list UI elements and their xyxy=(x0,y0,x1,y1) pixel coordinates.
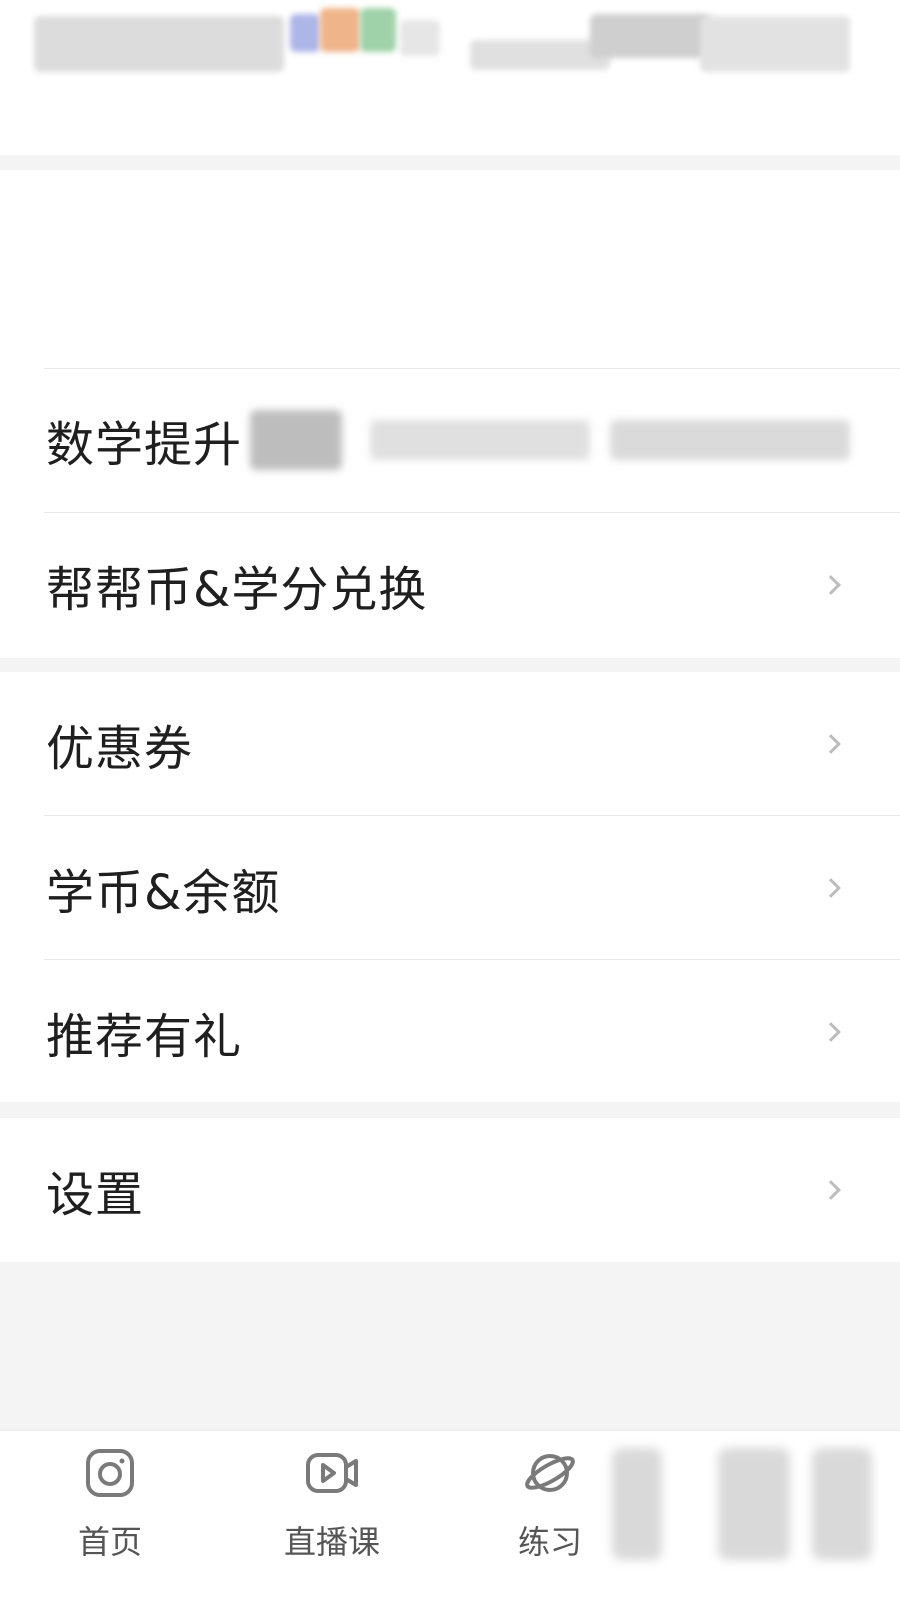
chevron-right-icon xyxy=(821,878,841,898)
header-obscured xyxy=(0,0,900,155)
obscured-tab[interactable] xyxy=(718,1448,790,1560)
obscured-block xyxy=(470,40,610,70)
chevron-right-icon xyxy=(821,575,841,595)
obscured-tab[interactable] xyxy=(812,1448,872,1560)
tab-live-course[interactable]: 直播课 xyxy=(232,1431,432,1600)
menu-item-recommend[interactable]: 推荐有礼 xyxy=(0,960,900,1104)
chevron-right-icon xyxy=(821,1180,841,1200)
planet-icon xyxy=(525,1454,575,1492)
obscured-block xyxy=(290,14,320,52)
camera-icon xyxy=(86,1449,134,1497)
video-camera-icon xyxy=(306,1453,358,1493)
tab-label: 练习 xyxy=(517,1523,582,1561)
obscured-block xyxy=(400,20,440,56)
menu-item-settings[interactable]: 设置 xyxy=(0,1118,900,1262)
obscured-block xyxy=(34,16,284,72)
menu-item-label: 数学提升 xyxy=(46,417,243,473)
obscured-block xyxy=(700,16,850,72)
menu-item-label: 帮帮币&学分兑换 xyxy=(46,562,428,618)
obscured-block xyxy=(360,8,396,52)
obscured-tab[interactable] xyxy=(612,1448,662,1560)
menu-item-label: 学币&余额 xyxy=(46,865,281,921)
obscured-block xyxy=(320,8,360,52)
menu-item-balance[interactable]: 学币&余额 xyxy=(0,816,900,960)
obscured-block xyxy=(590,14,710,58)
tab-home[interactable]: 首页 xyxy=(10,1431,210,1600)
chevron-right-icon xyxy=(821,1022,841,1042)
menu-item-label: 推荐有礼 xyxy=(46,1009,243,1065)
tab-label: 直播课 xyxy=(283,1523,380,1561)
tab-label: 首页 xyxy=(77,1523,142,1561)
menu-item-label: 优惠券 xyxy=(46,721,194,777)
chevron-right-icon xyxy=(821,734,841,754)
menu-item-label: 设置 xyxy=(46,1167,145,1223)
menu-item-coupon[interactable]: 优惠券 xyxy=(0,672,900,816)
obscured-block xyxy=(250,410,342,470)
profile-card[interactable] xyxy=(0,170,900,507)
menu-item-coin-exchange[interactable]: 帮帮币&学分兑换 xyxy=(0,513,900,657)
obscured-block xyxy=(370,420,590,460)
obscured-block xyxy=(610,420,850,460)
